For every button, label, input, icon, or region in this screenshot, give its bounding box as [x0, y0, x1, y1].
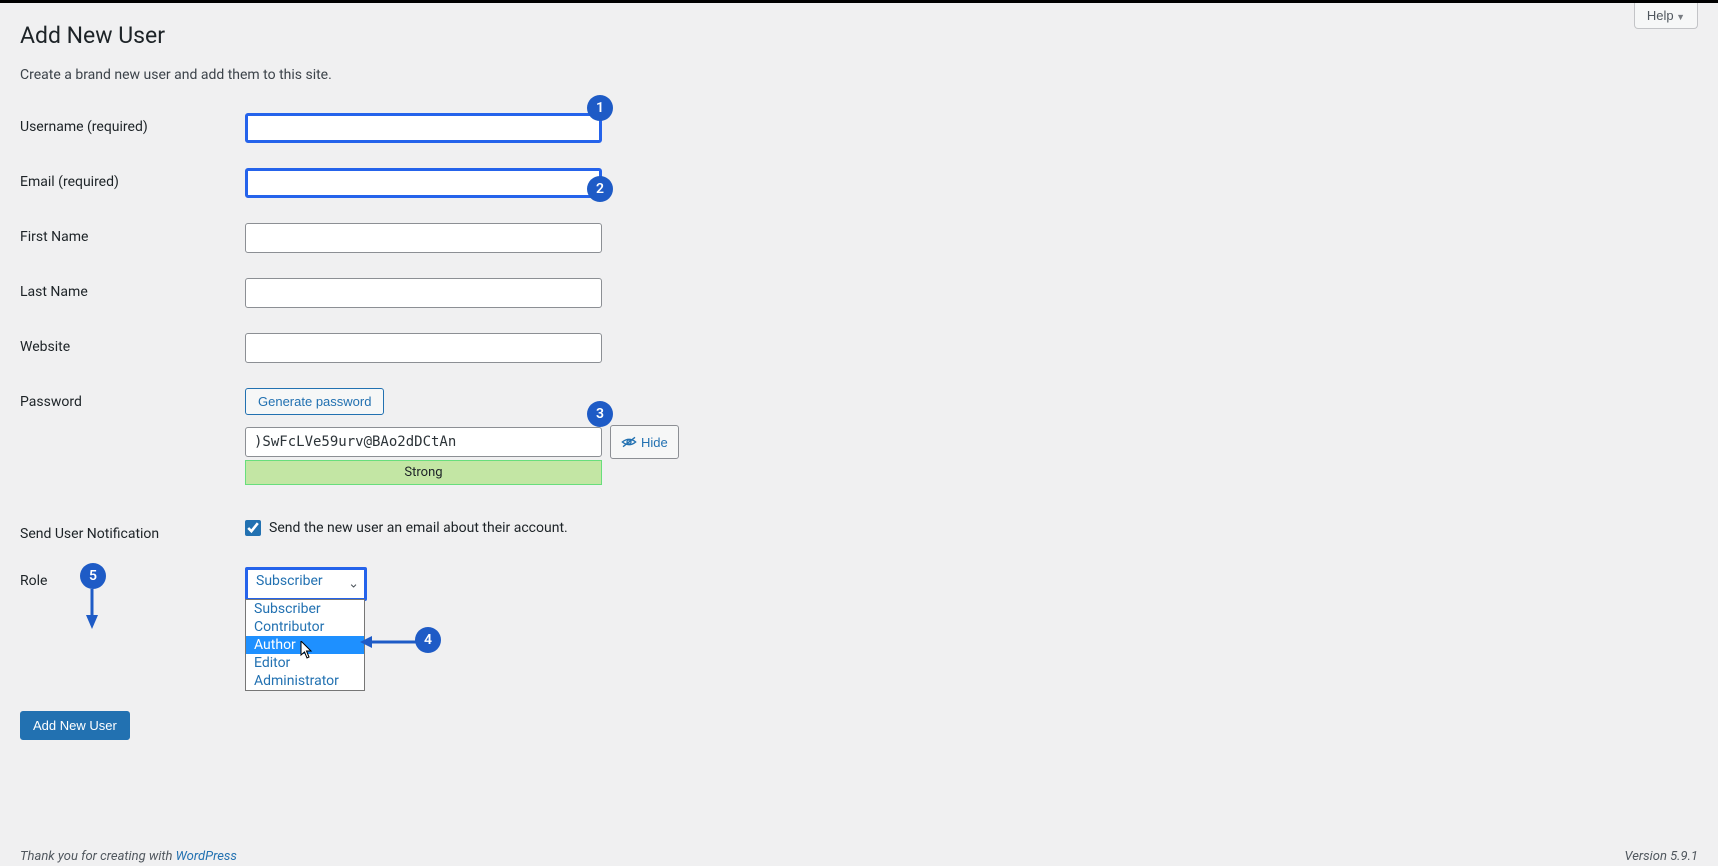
annotation-arrow-5 [82, 589, 102, 629]
role-select[interactable]: Subscriber [245, 567, 367, 601]
add-new-user-button[interactable]: Add New User [20, 711, 130, 740]
role-option-subscriber[interactable]: Subscriber [246, 600, 364, 618]
lastname-input[interactable] [245, 278, 602, 308]
notification-checkbox[interactable] [245, 520, 261, 536]
help-button[interactable]: Help [1634, 3, 1698, 29]
notification-label: Send User Notification [20, 520, 245, 542]
password-label: Password [20, 388, 245, 410]
page-subtitle: Create a brand new user and add them to … [20, 67, 1698, 83]
hide-password-button[interactable]: Hide [610, 425, 679, 459]
website-label: Website [20, 333, 245, 355]
footer-credits: Thank you for creating with WordPress [20, 849, 237, 864]
page-title: Add New User [20, 13, 1698, 67]
annotation-badge-1: 1 [587, 95, 613, 121]
footer-version: Version 5.9.1 [1624, 849, 1698, 864]
cursor-icon [300, 641, 314, 659]
notification-text: Send the new user an email about their a… [269, 520, 568, 536]
role-option-contributor[interactable]: Contributor [246, 618, 364, 636]
email-input[interactable] [245, 168, 602, 198]
role-label: Role [20, 567, 245, 589]
password-input[interactable] [245, 427, 602, 457]
eye-slash-icon [621, 436, 637, 448]
annotation-arrow-4 [360, 632, 420, 652]
password-strength-meter: Strong [245, 460, 602, 485]
annotation-badge-2: 2 [587, 176, 613, 202]
lastname-label: Last Name [20, 278, 245, 300]
annotation-badge-4: 4 [415, 627, 441, 653]
firstname-input[interactable] [245, 223, 602, 253]
website-input[interactable] [245, 333, 602, 363]
role-option-administrator[interactable]: Administrator [246, 672, 364, 690]
email-label: Email (required) [20, 168, 245, 190]
annotation-badge-5: 5 [80, 563, 106, 589]
username-input[interactable] [245, 113, 602, 143]
annotation-badge-3: 3 [587, 401, 613, 427]
username-label: Username (required) [20, 113, 245, 135]
firstname-label: First Name [20, 223, 245, 245]
wordpress-link[interactable]: WordPress [176, 849, 237, 864]
generate-password-button[interactable]: Generate password [245, 388, 384, 415]
